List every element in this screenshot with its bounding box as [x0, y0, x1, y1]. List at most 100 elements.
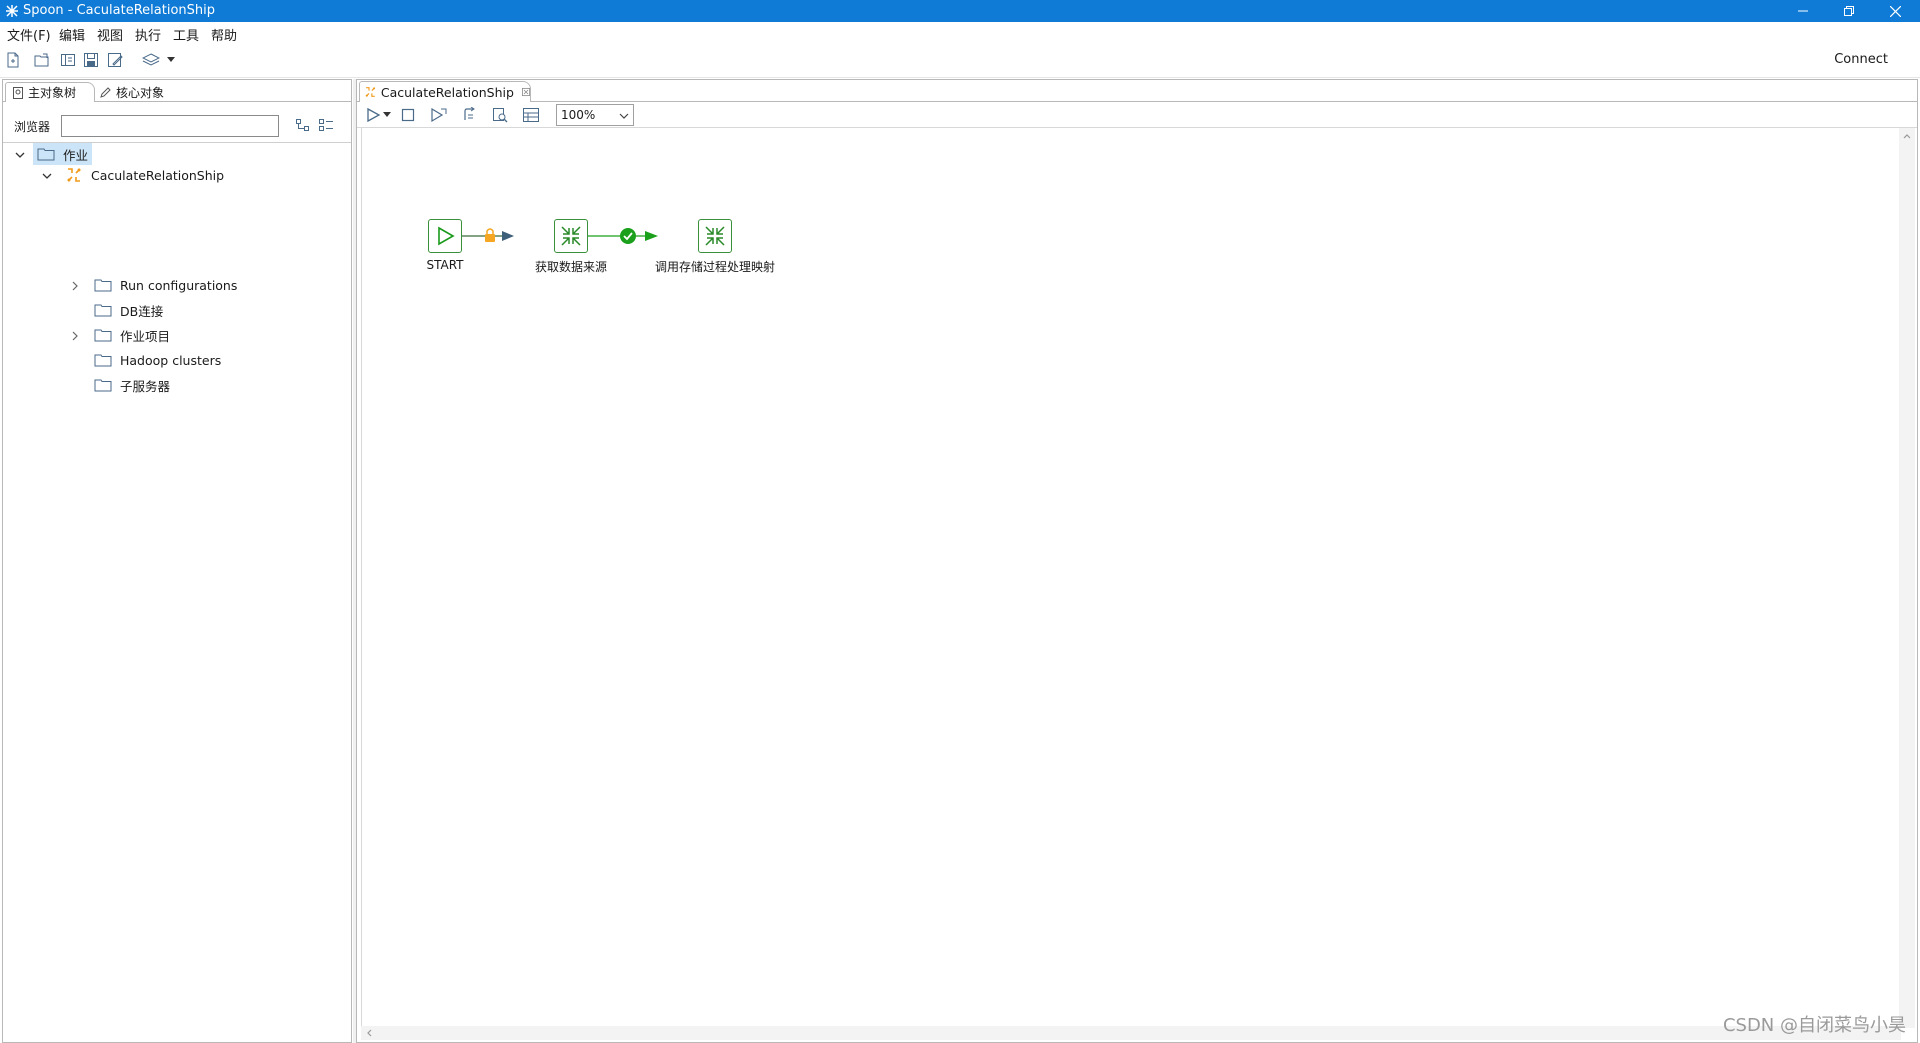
watermark: CSDN @自闭菜鸟小昊	[1722, 1015, 1906, 1036]
save-as-button[interactable]	[105, 50, 125, 70]
replay-icon	[464, 107, 475, 120]
tab-main-tree[interactable]: 主对象树	[5, 82, 95, 102]
dropdown-icon	[167, 57, 175, 62]
chevron-down-icon[interactable]	[41, 170, 53, 182]
folder-icon	[94, 304, 112, 317]
restore-button[interactable]	[1826, 0, 1872, 22]
save-as-icon	[108, 53, 123, 67]
explore-repository-icon	[61, 54, 75, 66]
editor-tab-label: CaculateRelationShip	[380, 84, 514, 100]
explore-repository-button[interactable]	[58, 50, 78, 70]
folder-icon	[94, 379, 112, 392]
stop-icon	[401, 108, 415, 122]
tab-caculate-relationship[interactable]: CaculateRelationShip	[359, 81, 531, 102]
minimize-icon	[1798, 10, 1808, 12]
open-file-button[interactable]	[32, 50, 52, 70]
expand-tree-button[interactable]	[295, 117, 313, 135]
tree-item-hadoop-clusters[interactable]: Hadoop clusters	[94, 349, 221, 371]
sql-icon	[523, 108, 539, 122]
tab-core-objects-label: 核心对象	[116, 85, 165, 100]
zoom-value: 100%	[561, 108, 596, 122]
open-file-icon	[34, 53, 49, 67]
preview-button[interactable]	[428, 105, 450, 125]
save-icon	[84, 53, 98, 67]
run-icon	[367, 107, 381, 123]
scroll-left-icon	[367, 1029, 372, 1037]
folder-icon	[94, 329, 112, 342]
job-entry-get-source-label: 获取数据来源	[534, 260, 607, 274]
tree-item-run-configurations[interactable]: Run configurations	[94, 274, 237, 296]
tree-item-db-connections[interactable]: DB连接	[94, 299, 163, 321]
tree-item-jobs[interactable]: 作业	[33, 143, 93, 165]
job-entry-get-source[interactable]	[554, 219, 588, 253]
hop-arrow-icon	[645, 231, 658, 241]
tab-main-tree-label: 主对象树	[28, 86, 77, 100]
job-icon	[67, 168, 81, 182]
start-icon	[438, 226, 455, 246]
scroll-up-icon	[1903, 134, 1911, 139]
chevron-down-icon	[619, 113, 629, 119]
collapse-tree-button[interactable]	[318, 117, 336, 135]
folder-icon	[94, 279, 112, 292]
tree-item-label: 作业	[63, 147, 89, 163]
replay-button[interactable]	[458, 105, 480, 125]
restore-icon	[1844, 6, 1854, 16]
tree-item-label: DB连接	[120, 303, 164, 319]
tree-item-label: 子服务器	[120, 378, 171, 394]
editor-toolbar: 100%	[357, 102, 1917, 128]
folder-icon	[37, 148, 55, 161]
perspective-dropdown[interactable]	[164, 50, 178, 70]
close-tab-icon[interactable]	[521, 87, 530, 97]
preview-icon	[431, 107, 447, 123]
job-entry-call-proc-label: 调用存储过程处理映射	[654, 260, 775, 274]
collapse-tree-icon	[319, 119, 333, 131]
new-file-button[interactable]	[3, 50, 23, 70]
main-toolbar: Connect	[0, 42, 1920, 78]
stop-button[interactable]	[397, 105, 419, 125]
tree-item-slave-servers[interactable]: 子服务器	[94, 374, 170, 396]
success-check-icon	[620, 228, 636, 244]
job-canvas[interactable]: START 获取数据来源 调用存储过程处理映射	[361, 128, 1897, 1028]
chevron-down-icon[interactable]	[14, 149, 26, 161]
browser-label: 浏览器	[14, 120, 51, 134]
browser-search-input[interactable]	[61, 115, 279, 137]
expand-tree-icon	[296, 119, 309, 131]
vertical-scrollbar[interactable]	[1899, 128, 1915, 1028]
job-entry-start[interactable]	[428, 219, 462, 253]
check-icon	[493, 108, 508, 123]
menu-bar: 文件(F) 编辑 视图 执行 工具 帮助	[0, 22, 1920, 44]
close-button[interactable]	[1872, 0, 1918, 22]
tab-core-objects[interactable]: 核心对象	[97, 82, 173, 102]
job-icon	[365, 87, 376, 97]
chevron-right-icon[interactable]	[69, 280, 81, 292]
chevron-right-icon[interactable]	[69, 330, 81, 342]
tree-item-job-entries[interactable]: 作业项目	[94, 324, 170, 346]
tree-item-job[interactable]: CaculateRelationShip	[65, 164, 224, 186]
left-tab-strip: 主对象树 核心对象	[3, 80, 351, 102]
hop-arrow-icon	[502, 231, 514, 241]
pencil-icon	[100, 86, 111, 98]
tree-item-label: Run configurations	[120, 277, 238, 293]
check-button[interactable]	[489, 105, 511, 125]
folder-icon	[94, 354, 112, 367]
tree-item-label: 作业项目	[120, 328, 171, 344]
browser-search-row: 浏览器	[3, 114, 351, 138]
left-panel: 主对象树 核心对象 浏览器 作业 CaculateRelationShip Ru…	[2, 79, 352, 1043]
transformation-icon	[705, 226, 725, 246]
horizontal-scrollbar[interactable]	[361, 1026, 1901, 1040]
zoom-select[interactable]: 100%	[556, 104, 634, 126]
job-entry-call-proc[interactable]	[698, 219, 732, 253]
tree-icon	[13, 86, 23, 99]
save-button[interactable]	[81, 50, 101, 70]
title-bar: Spoon - CaculateRelationShip	[0, 0, 1920, 22]
close-icon	[1889, 5, 1901, 17]
sql-button[interactable]	[520, 105, 542, 125]
transformation-icon	[561, 226, 581, 246]
run-options-button[interactable]	[381, 105, 393, 125]
connect-button[interactable]: Connect	[1834, 52, 1888, 67]
minimize-button[interactable]	[1780, 0, 1826, 22]
perspective-button[interactable]	[141, 50, 161, 70]
editor-tab-strip: CaculateRelationShip	[357, 80, 1917, 102]
run-options-icon	[383, 112, 391, 117]
window-title: Spoon - CaculateRelationShip	[23, 3, 215, 18]
